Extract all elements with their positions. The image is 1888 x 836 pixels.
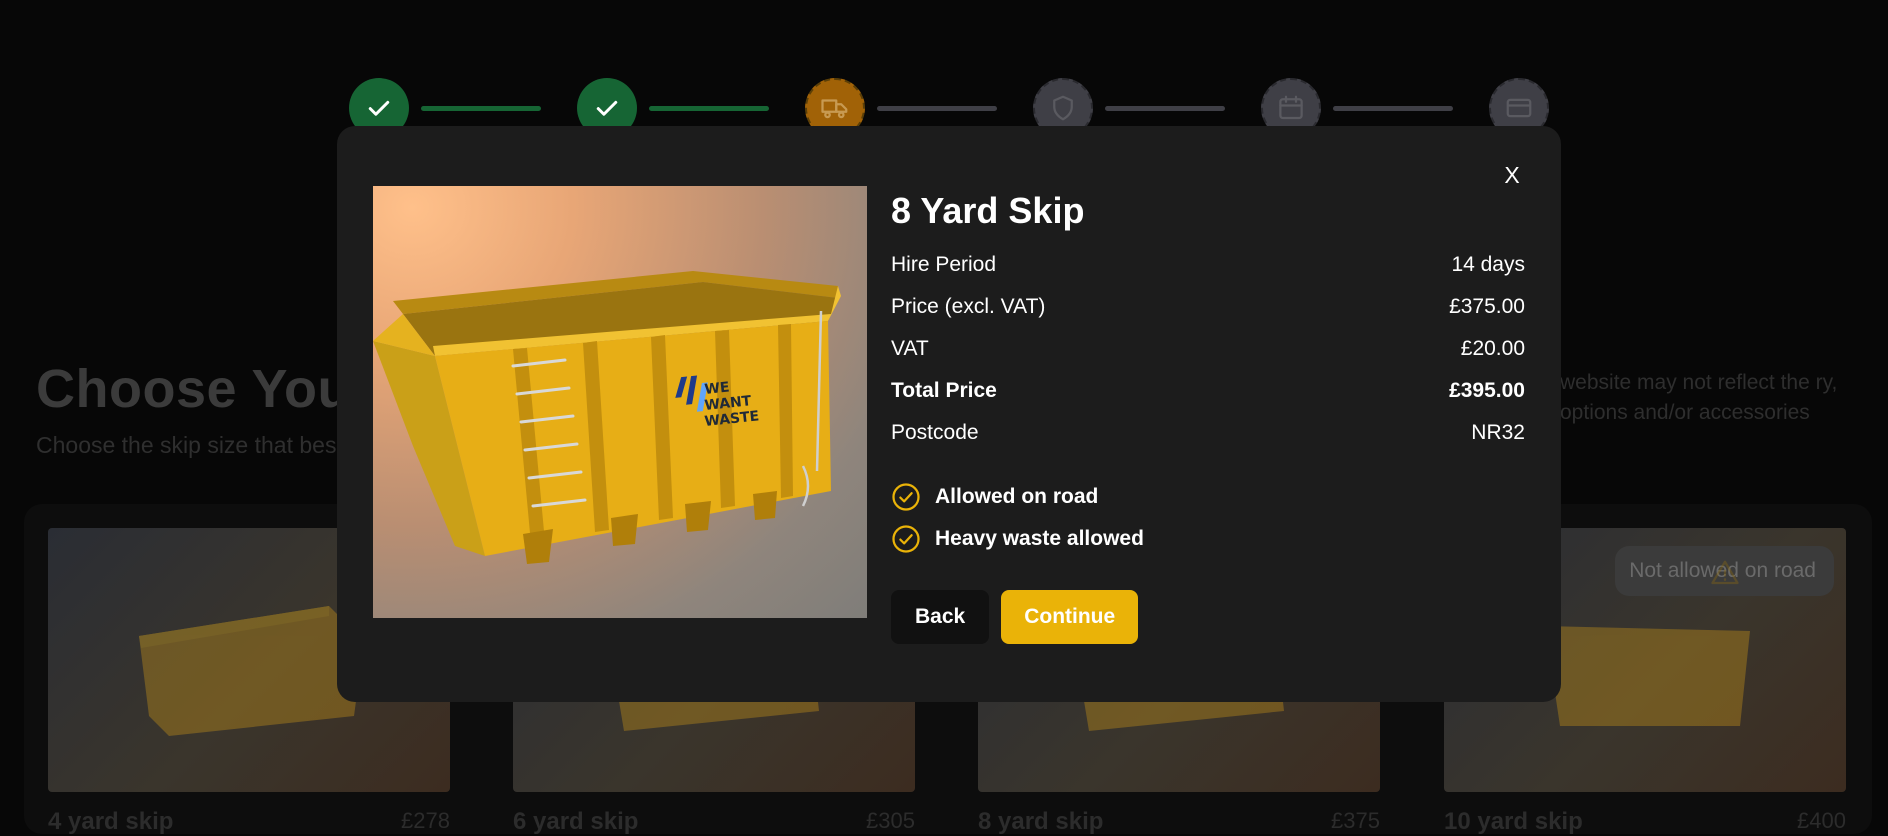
- feature-item: Heavy waste allowed: [891, 518, 1525, 560]
- modal-actions: Back Continue: [891, 590, 1525, 644]
- skip-preview-image: WE WANT WASTE: [373, 186, 867, 618]
- skip-illustration: WE WANT WASTE: [373, 271, 841, 564]
- row-label: Price (excl. VAT): [891, 295, 1046, 318]
- check-circle-icon: [892, 525, 920, 553]
- row-value: £395.00: [1449, 379, 1525, 402]
- row-label: Total Price: [891, 379, 997, 402]
- back-button[interactable]: Back: [891, 590, 990, 644]
- feature-item: Allowed on road: [891, 476, 1525, 518]
- row-value: NR32: [1471, 421, 1525, 444]
- row-label: Postcode: [891, 421, 979, 444]
- hire-period-row: Hire Period 14 days: [891, 244, 1525, 286]
- row-value: £20.00: [1460, 337, 1525, 360]
- row-value: 14 days: [1451, 253, 1525, 276]
- row-value: £375.00: [1449, 295, 1525, 318]
- skip-details-modal: X WE WANT WASTE 8 Yard Skip Hire Period …: [337, 126, 1561, 702]
- close-button[interactable]: X: [1497, 160, 1527, 190]
- feature-label: Allowed on road: [935, 485, 1099, 508]
- feature-label: Heavy waste allowed: [935, 527, 1144, 550]
- vat-row: VAT £20.00: [891, 328, 1525, 370]
- skip-features: Allowed on road Heavy waste allowed: [891, 476, 1525, 560]
- total-price-row: Total Price £395.00: [891, 370, 1525, 412]
- modal-title: 8 Yard Skip: [891, 190, 1085, 231]
- price-excl-vat-row: Price (excl. VAT) £375.00: [891, 286, 1525, 328]
- row-label: VAT: [891, 337, 929, 360]
- check-circle-icon: [892, 483, 920, 511]
- skip-details: 8 Yard Skip Hire Period 14 days Price (e…: [891, 190, 1525, 644]
- row-label: Hire Period: [891, 253, 997, 276]
- postcode-row: Postcode NR32: [891, 412, 1525, 454]
- continue-button[interactable]: Continue: [1001, 590, 1139, 644]
